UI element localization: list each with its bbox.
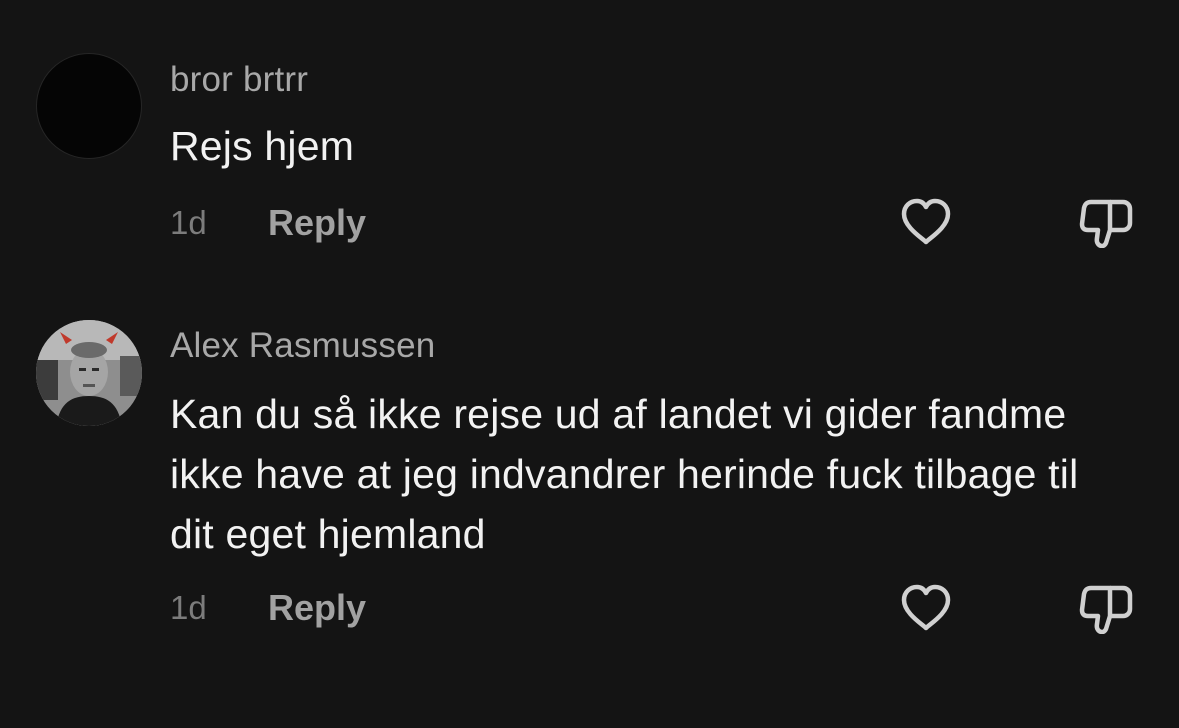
comment-item: Alex Rasmussen Kan du så ikke rejse ud a… xyxy=(0,290,1179,728)
comment-username[interactable]: Alex Rasmussen xyxy=(170,326,435,366)
heart-icon xyxy=(901,198,951,245)
dislike-button[interactable] xyxy=(1078,194,1134,250)
comment-text: Kan du så ikke rejse ud af landet vi gid… xyxy=(170,391,1079,557)
thumbs-down-icon xyxy=(1079,585,1133,634)
reply-button[interactable]: Reply xyxy=(268,202,366,244)
heart-icon xyxy=(901,584,951,631)
like-button[interactable] xyxy=(898,580,954,636)
dislike-button[interactable] xyxy=(1078,580,1134,636)
profile-photo-icon xyxy=(36,320,142,426)
thumbs-down-icon xyxy=(1079,199,1133,248)
comment-timestamp: 1d xyxy=(170,204,207,241)
like-button[interactable] xyxy=(898,194,954,250)
comment-item: bror brtrr Rejs hjem 1d Reply xyxy=(0,0,1179,290)
avatar[interactable] xyxy=(36,53,142,159)
reply-button[interactable]: Reply xyxy=(268,587,366,629)
avatar[interactable] xyxy=(36,320,142,426)
comment-timestamp: 1d xyxy=(170,589,207,626)
comment-username[interactable]: bror brtrr xyxy=(170,60,308,100)
comment-text: Rejs hjem xyxy=(170,123,355,169)
